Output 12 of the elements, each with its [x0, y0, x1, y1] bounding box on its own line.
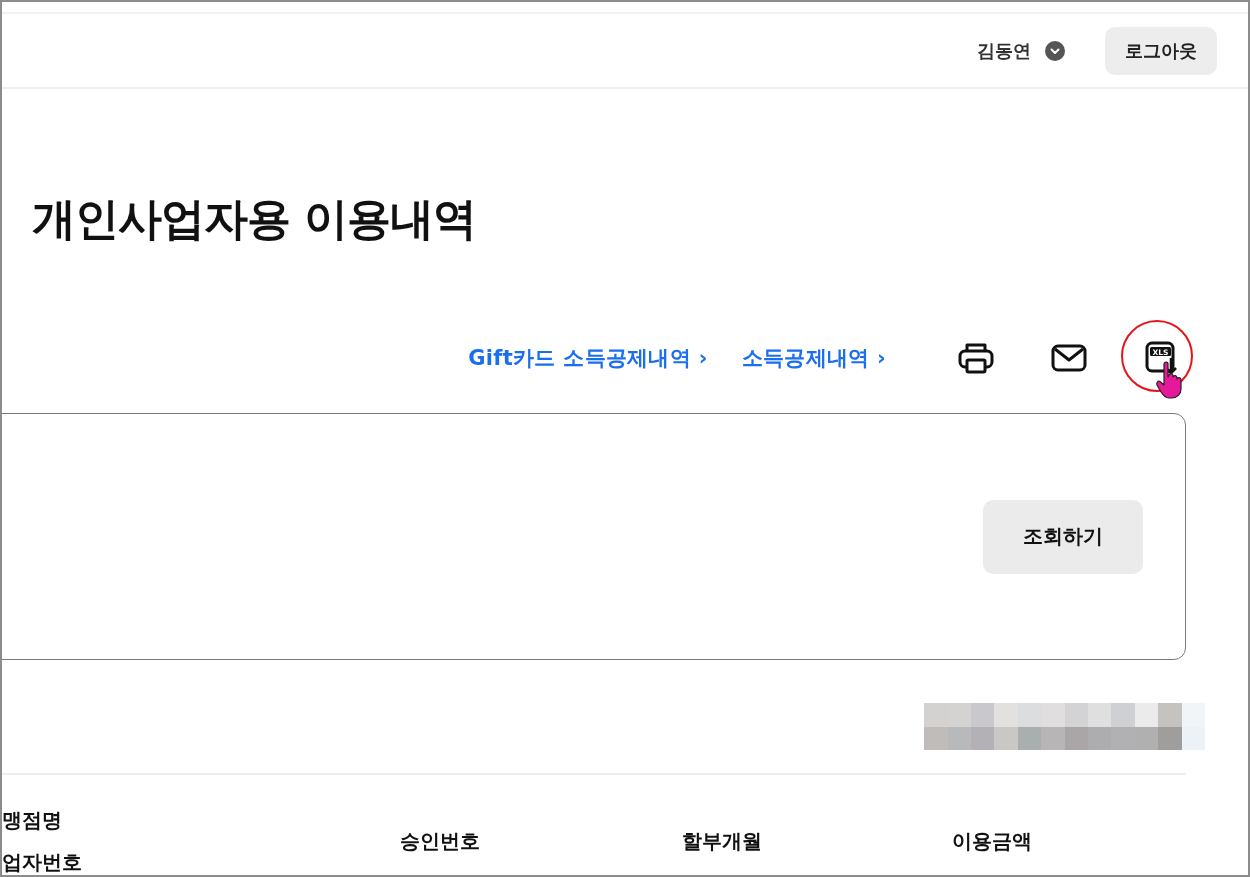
column-header: 맹점명 — [2, 808, 62, 832]
column-header: 할부개월 — [682, 829, 762, 853]
logout-button[interactable]: 로그아웃 — [1105, 26, 1217, 75]
column-header: 승인번호 — [400, 829, 480, 853]
column-header: 업자번호 — [2, 850, 82, 874]
column-header: 이용금액 — [952, 829, 1032, 853]
deduction-link[interactable]: Gift카드 소득공제내역 › — [468, 344, 708, 372]
chevron-down-icon[interactable] — [1045, 40, 1065, 61]
user-name: 김동연 — [977, 38, 1031, 63]
search-button[interactable]: 조회하기 — [983, 499, 1143, 574]
deduction-link[interactable]: 소득공제내역 › — [741, 344, 886, 372]
page-title: 개인사업자용 이용내역 — [32, 193, 477, 245]
